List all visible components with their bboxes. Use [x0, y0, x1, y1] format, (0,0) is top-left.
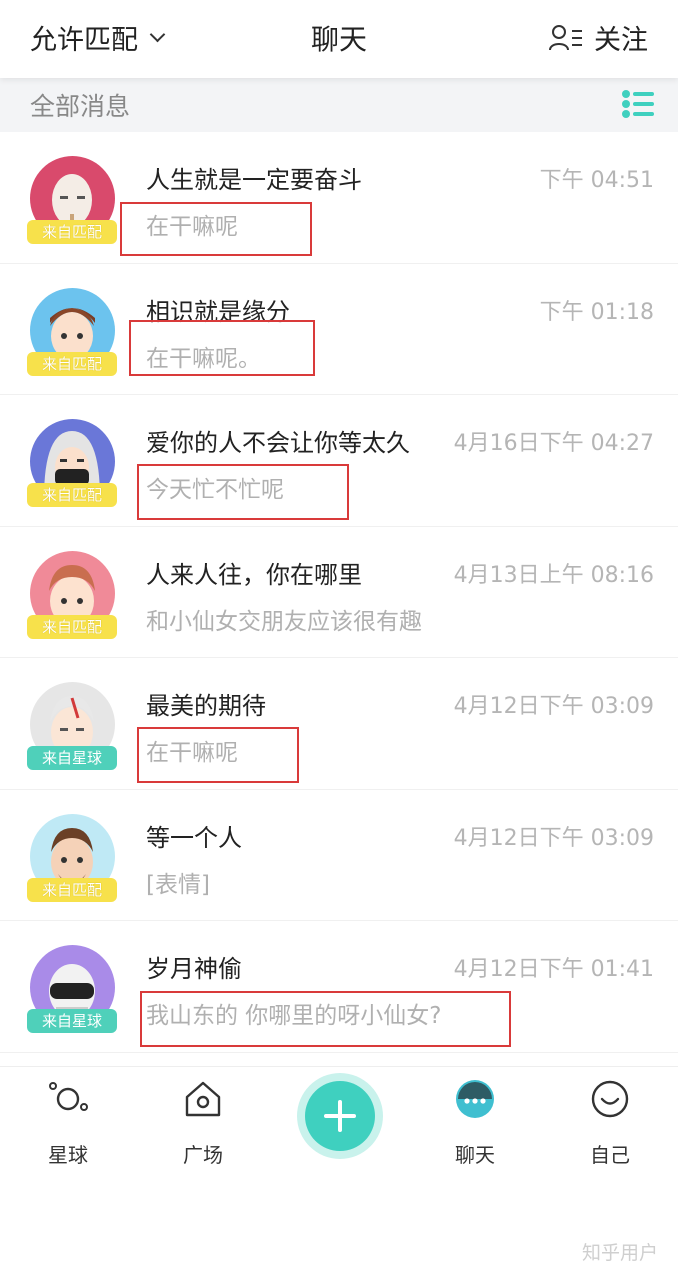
nav-square[interactable]: 广场	[153, 1077, 253, 1168]
nav-label: 广场	[183, 1143, 223, 1167]
avatar: 来自星球	[27, 682, 117, 770]
chat-name: 人来人往，你在哪里	[146, 560, 362, 589]
user-list-icon	[549, 24, 582, 50]
plus-icon	[305, 1081, 375, 1151]
chat-time: 4月16日下午 04:27	[453, 431, 654, 456]
source-badge: 来自星球	[27, 746, 117, 770]
top-bar: 允许匹配 聊天 关注	[0, 0, 678, 78]
highlight-box	[120, 202, 312, 256]
match-toggle-dropdown[interactable]: 允许匹配	[30, 18, 166, 57]
avatar: 来自匹配	[27, 287, 117, 376]
section-header: 全部消息	[0, 78, 678, 132]
chat-row[interactable]: 来自匹配 人来人往，你在哪里 4月13日上午 08:16 和小仙女交朋友应该很有…	[0, 526, 678, 658]
source-badge: 来自匹配	[27, 877, 117, 902]
chat-name: 岁月神偷	[146, 955, 242, 983]
nav-label: 星球	[48, 1143, 88, 1167]
highlight-box	[129, 319, 315, 376]
highlight-box	[137, 464, 349, 520]
avatar: 来自匹配	[27, 813, 117, 902]
chat-time: 4月13日上午 08:16	[453, 562, 654, 588]
nav-label: 聊天	[455, 1143, 495, 1167]
nav-chat[interactable]: 聊天	[425, 1077, 525, 1168]
home-icon	[185, 1081, 221, 1117]
chat-time: 4月12日下午 03:09	[453, 694, 654, 719]
avatar: 来自匹配	[27, 419, 117, 507]
nav-label: 自己	[590, 1143, 630, 1167]
chat-name: 最美的期待	[146, 692, 266, 720]
chat-name: 爱你的人不会让你等太久	[146, 429, 410, 457]
all-messages-label: 全部消息	[30, 92, 131, 121]
planet-icon	[49, 1082, 88, 1111]
chat-time: 下午 01:18	[539, 299, 654, 325]
chat-bubble-icon	[456, 1080, 494, 1118]
bottom-nav: 星球 广场 聊天 自己	[0, 1066, 678, 1277]
chat-last-message: 和小仙女交朋友应该很有趣	[146, 608, 422, 635]
chat-time: 4月12日下午 01:41	[453, 957, 654, 982]
chat-time: 下午 04:51	[539, 168, 654, 193]
follow-button[interactable]: 关注	[548, 18, 648, 57]
create-button[interactable]	[297, 1073, 383, 1159]
nav-planet[interactable]: 星球	[18, 1077, 118, 1168]
source-badge: 来自匹配	[27, 483, 117, 507]
match-toggle-label: 允许匹配	[30, 25, 138, 56]
chat-name: 等一个人	[146, 823, 242, 852]
watermark: 知乎用户	[581, 1242, 658, 1264]
source-badge: 来自匹配	[27, 351, 117, 376]
chat-row[interactable]: 来自匹配 爱你的人不会让你等太久 4月16日下午 04:27 今天忙不忙呢	[0, 395, 678, 527]
chat-last-message: [表情]	[146, 871, 210, 898]
chat-name: 人生就是一定要奋斗	[146, 166, 362, 194]
follow-label: 关注	[594, 25, 648, 56]
source-badge: 来自匹配	[27, 220, 117, 244]
chat-list: 来自匹配 人生就是一定要奋斗 下午 04:51 在干嘛呢 来自匹配 相识就是缘分…	[0, 132, 678, 1053]
list-view-icon[interactable]	[620, 86, 656, 122]
chat-row[interactable]: 来自匹配 等一个人 4月12日下午 03:09 [表情]	[0, 789, 678, 921]
avatar: 来自匹配	[27, 156, 117, 244]
chat-row[interactable]: 来自匹配 相识就是缘分 下午 01:18 在干嘛呢。	[0, 263, 678, 395]
chat-row[interactable]: 来自星球 岁月神偷 4月12日下午 01:41 我山东的 你哪里的呀小仙女?	[0, 921, 678, 1053]
avatar: 来自匹配	[27, 550, 117, 639]
avatar: 来自星球	[27, 945, 117, 1033]
chat-time: 4月12日下午 03:09	[453, 825, 654, 851]
highlight-box	[140, 991, 511, 1047]
smile-icon	[591, 1080, 629, 1118]
chevron-down-icon	[149, 26, 166, 43]
chat-row[interactable]: 来自匹配 人生就是一定要奋斗 下午 04:51 在干嘛呢	[0, 132, 678, 264]
highlight-box	[137, 727, 299, 783]
source-badge: 来自星球	[27, 1009, 117, 1033]
chat-row[interactable]: 来自星球 最美的期待 4月12日下午 03:09 在干嘛呢	[0, 658, 678, 790]
nav-me[interactable]: 自己	[560, 1077, 660, 1168]
source-badge: 来自匹配	[27, 614, 117, 639]
